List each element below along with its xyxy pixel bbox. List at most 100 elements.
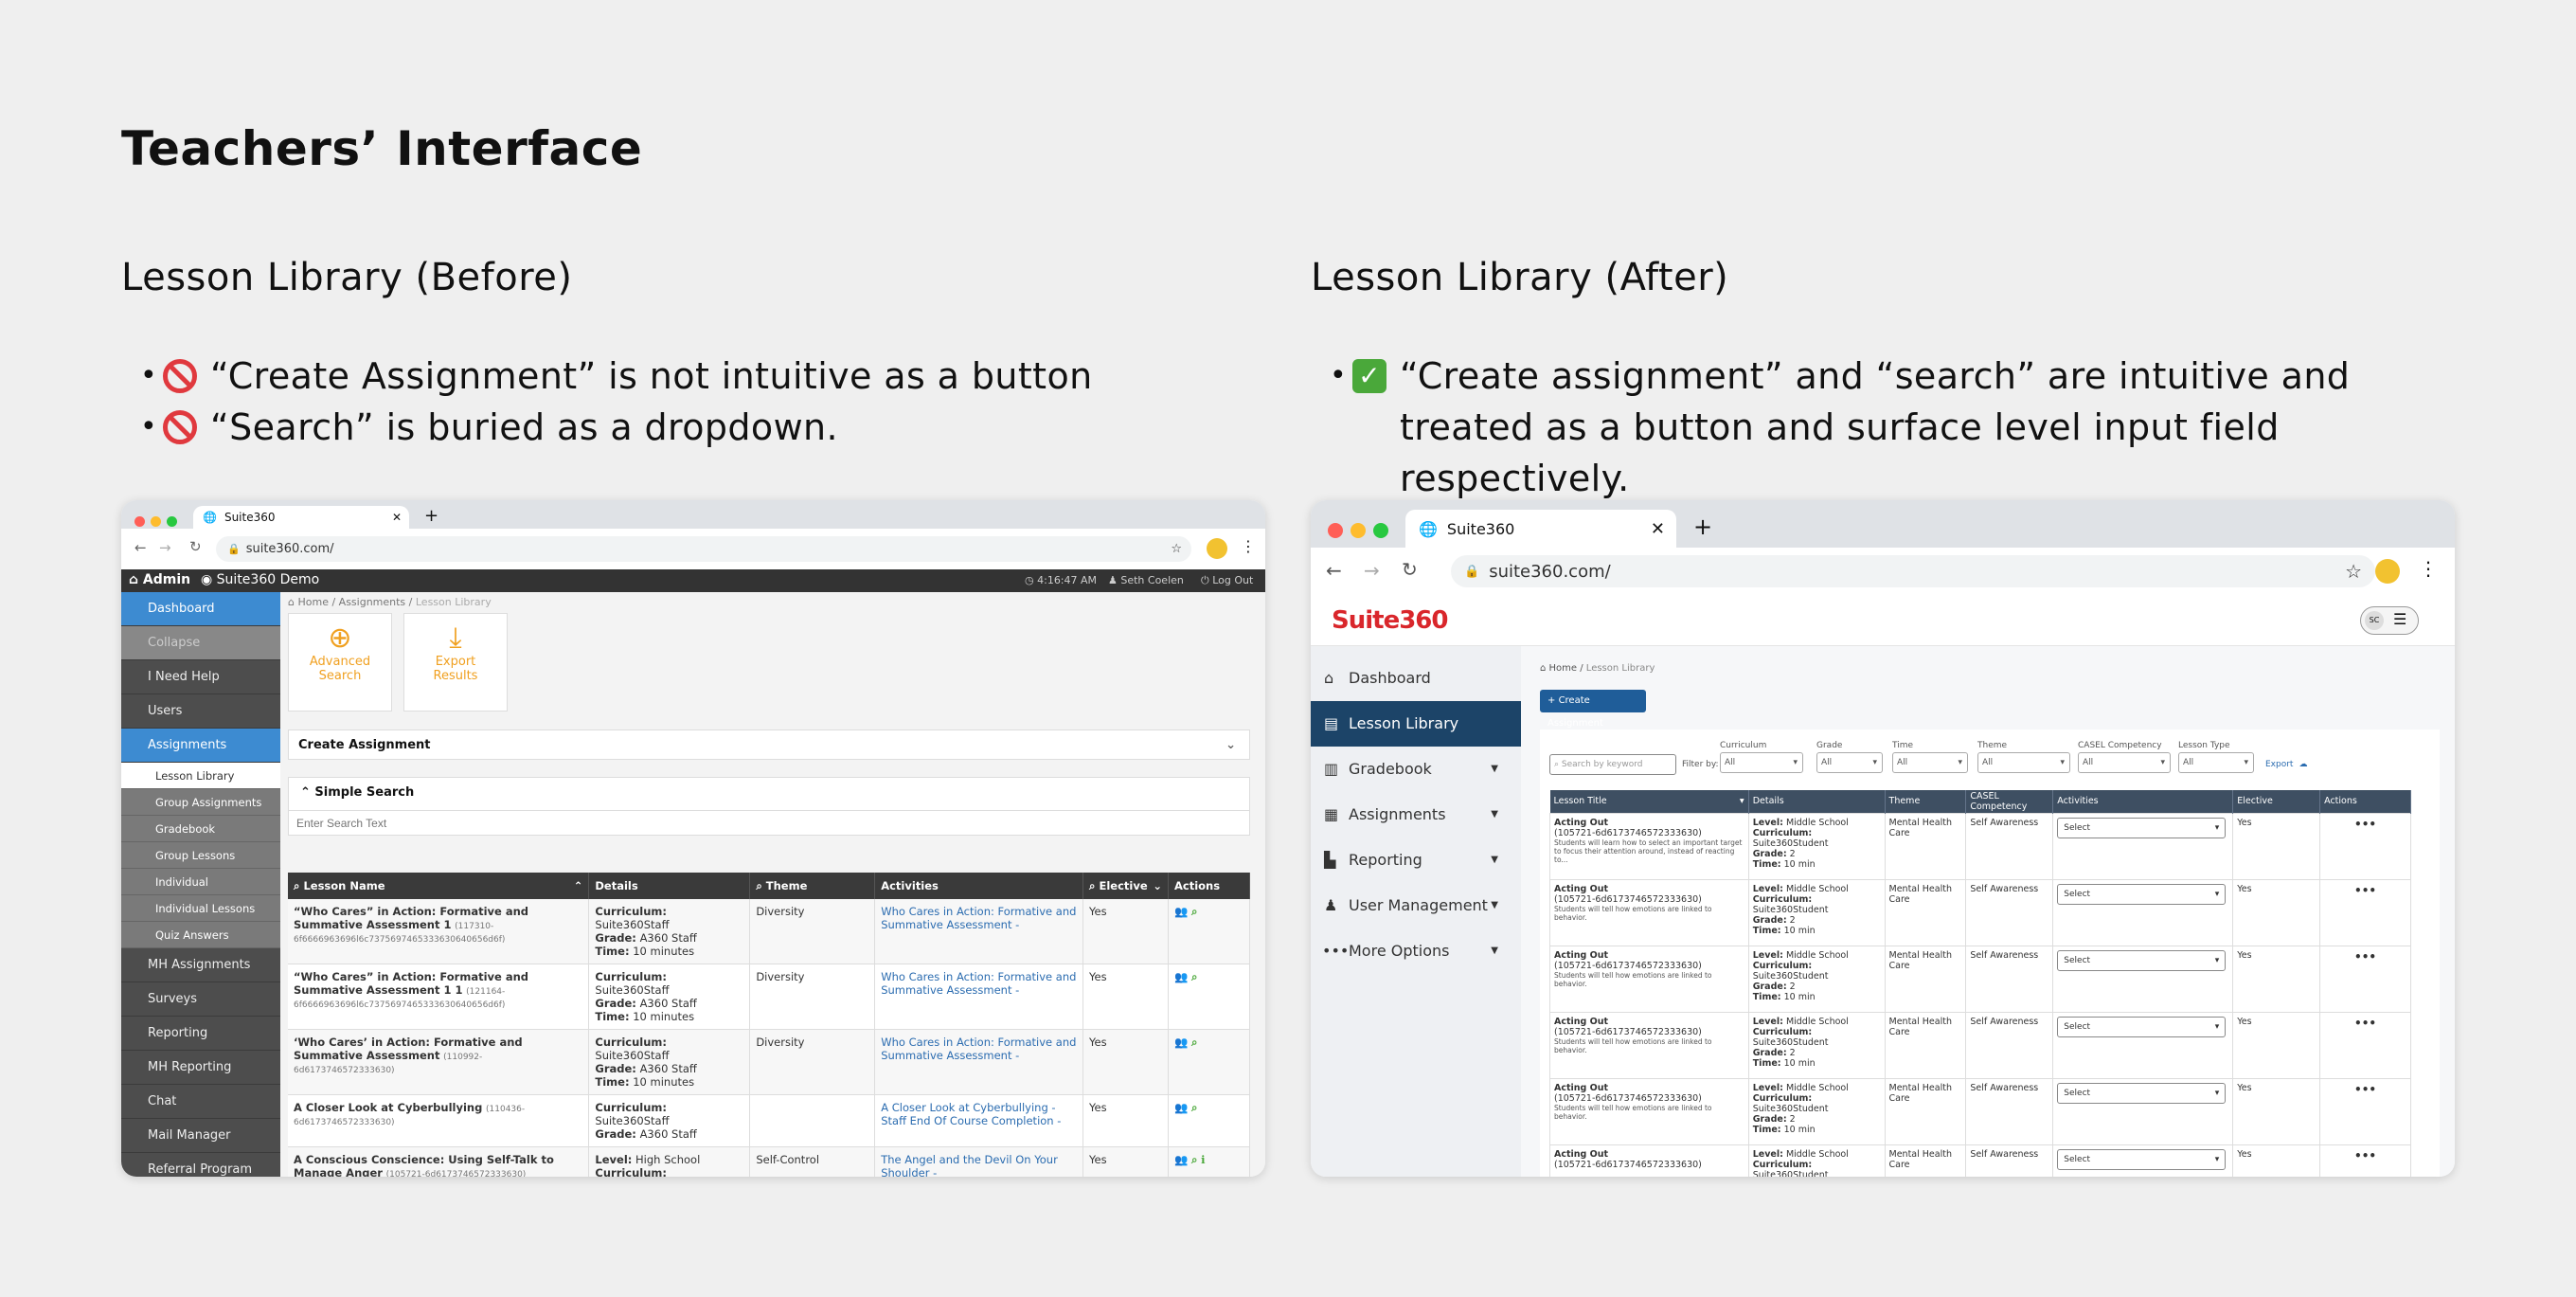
- advanced-search-tile[interactable]: ⊕ Advanced Search: [288, 613, 392, 712]
- search-icon[interactable]: ⌕: [1191, 970, 1197, 983]
- col-lesson-name[interactable]: ⌕ Lesson Name ⌃: [288, 873, 590, 899]
- sidebar-item-dashboard[interactable]: ⌂ Dashboard: [1311, 656, 1521, 701]
- back-arrow-icon[interactable]: ←: [1326, 559, 1342, 582]
- lesson-name-cell[interactable]: “Who Cares” in Action: Formative and Sum…: [288, 899, 590, 964]
- minimize-window-dot[interactable]: [151, 516, 161, 527]
- group-assign-icon[interactable]: 👥: [1174, 1153, 1188, 1166]
- filter-curriculum[interactable]: Curriculum All: [1720, 741, 1803, 773]
- submenu-lesson-library[interactable]: Lesson Library: [121, 763, 280, 789]
- reload-icon[interactable]: ↻: [1402, 558, 1418, 581]
- lesson-name-cell[interactable]: ‘Who Cares’ in Action: Formative and Sum…: [288, 1029, 590, 1095]
- lesson-title-cell[interactable]: Acting Out (105721-6d6173746572333630) Stu…: [1549, 945, 1749, 1013]
- avatar[interactable]: [2375, 559, 2400, 584]
- create-assignment-dropdown[interactable]: Create Assignment ⌄: [288, 730, 1250, 760]
- sidebar-item-collapse[interactable]: Collapse: [121, 626, 280, 660]
- submenu-gradebook[interactable]: Gradebook: [121, 816, 280, 842]
- sidebar-item-need-help[interactable]: I Need Help: [121, 660, 280, 694]
- info-icon[interactable]: ℹ: [1201, 1153, 1205, 1166]
- search-icon[interactable]: ⌕: [1191, 1153, 1197, 1166]
- search-icon[interactable]: ⌕: [1191, 1036, 1197, 1049]
- bookmark-star-icon[interactable]: ☆: [1171, 542, 1182, 556]
- col-elective[interactable]: ⌕ Elective ⌄: [1082, 873, 1169, 899]
- sidebar-item-assignments[interactable]: Assignments: [121, 729, 280, 763]
- col-lesson-title[interactable]: Lesson Title ▾: [1549, 790, 1749, 813]
- close-window-dot[interactable]: [134, 516, 145, 527]
- more-actions-icon[interactable]: •••: [2354, 1083, 2376, 1096]
- back-arrow-icon[interactable]: ←: [134, 539, 147, 556]
- sidebar-item-chat[interactable]: Chat: [121, 1085, 280, 1119]
- sidebar-item-assignments[interactable]: ▦ Assignments ▼: [1311, 792, 1521, 838]
- suite360-logo[interactable]: Suite360: [1332, 606, 1448, 635]
- more-actions-icon[interactable]: •••: [2354, 1149, 2376, 1162]
- more-actions-icon[interactable]: •••: [2354, 818, 2376, 831]
- activity-select[interactable]: Select: [2057, 883, 2227, 905]
- lesson-title-cell[interactable]: Acting Out (105721-6d6173746572333630): [1549, 1144, 1749, 1177]
- submenu-group-assignments[interactable]: Group Assignments: [121, 789, 280, 816]
- group-assign-icon[interactable]: 👥: [1174, 1101, 1188, 1114]
- close-window-dot[interactable]: [1328, 523, 1343, 538]
- activities-cell[interactable]: Who Cares in Action: Formative and Summa…: [874, 964, 1084, 1030]
- sidebar-item-surveys[interactable]: Surveys: [121, 982, 280, 1017]
- close-tab-icon[interactable]: ✕: [392, 511, 402, 524]
- sidebar-item-lesson-library[interactable]: ▤ Lesson Library: [1311, 701, 1521, 747]
- col-theme[interactable]: ⌕ Theme: [749, 873, 876, 899]
- more-actions-icon[interactable]: •••: [2354, 1017, 2376, 1030]
- profile-menu-toggle[interactable]: SC ☰: [2360, 606, 2419, 635]
- sidebar-item-user-management[interactable]: ♟ User Management ▼: [1311, 883, 1521, 928]
- kebab-menu-icon[interactable]: ⋮: [1241, 537, 1256, 555]
- more-actions-icon[interactable]: •••: [2354, 884, 2376, 897]
- activities-cell[interactable]: Who Cares in Action: Formative and Summa…: [874, 1029, 1084, 1095]
- kebab-menu-icon[interactable]: ⋮: [2419, 557, 2438, 580]
- lesson-name-cell[interactable]: A Closer Look at Cyberbullying (110436-6…: [288, 1094, 590, 1147]
- reload-icon[interactable]: ↻: [189, 538, 202, 555]
- lesson-title-cell[interactable]: Acting Out (105721-6d6173746572333630) Stu…: [1549, 878, 1749, 946]
- activity-select[interactable]: Select: [2057, 1148, 2227, 1170]
- sidebar-item-users[interactable]: Users: [121, 694, 280, 729]
- activity-select[interactable]: Select: [2057, 1016, 2227, 1037]
- sidebar-item-mh-assignments[interactable]: MH Assignments: [121, 948, 280, 982]
- filter-time[interactable]: Time All: [1892, 741, 1968, 773]
- address-bar[interactable]: 🔒 suite360.com/ ☆: [1451, 555, 2375, 587]
- export-button[interactable]: Export ☁: [2265, 760, 2307, 769]
- more-actions-icon[interactable]: •••: [2354, 950, 2376, 964]
- filter-grade[interactable]: Grade All: [1816, 741, 1883, 773]
- search-icon[interactable]: ⌕: [1191, 905, 1197, 918]
- export-results-tile[interactable]: ⤓ Export Results: [403, 613, 508, 712]
- lesson-name-cell[interactable]: “Who Cares” in Action: Formative and Sum…: [288, 964, 590, 1030]
- lesson-name-cell[interactable]: A Conscious Conscience: Using Self-Talk …: [288, 1146, 590, 1177]
- search-input[interactable]: [289, 810, 1249, 835]
- sidebar-item-more-options[interactable]: ••• More Options ▼: [1311, 928, 1521, 974]
- sidebar-item-mh-reporting[interactable]: MH Reporting: [121, 1051, 280, 1085]
- close-tab-icon[interactable]: ✕: [1651, 519, 1665, 539]
- sidebar-item-dashboard[interactable]: Dashboard: [121, 592, 280, 626]
- forward-arrow-icon[interactable]: →: [1364, 559, 1380, 582]
- new-tab-icon[interactable]: +: [1693, 513, 1712, 540]
- forward-arrow-icon[interactable]: →: [159, 539, 171, 556]
- sidebar-item-mail-manager[interactable]: Mail Manager: [121, 1119, 280, 1153]
- activities-cell[interactable]: The Angel and the Devil On Your Shoulder…: [874, 1146, 1084, 1177]
- sidebar-item-referral-program[interactable]: Referral Program: [121, 1153, 280, 1177]
- bookmark-star-icon[interactable]: ☆: [2345, 560, 2362, 583]
- minimize-window-dot[interactable]: [1351, 523, 1366, 538]
- maximize-window-dot[interactable]: [167, 516, 177, 527]
- new-tab-icon[interactable]: +: [424, 506, 438, 526]
- group-assign-icon[interactable]: 👥: [1174, 1036, 1188, 1049]
- activity-select[interactable]: Select: [2057, 949, 2227, 971]
- filter-casel-competency[interactable]: CASEL Competency All: [2078, 741, 2171, 773]
- filter-lesson-type[interactable]: Lesson Type All: [2178, 741, 2254, 773]
- search-icon[interactable]: ⌕: [1191, 1101, 1197, 1114]
- submenu-group-lessons[interactable]: Group Lessons: [121, 842, 280, 869]
- activities-cell[interactable]: Who Cares in Action: Formative and Summa…: [874, 899, 1084, 964]
- sidebar-item-gradebook[interactable]: ▥ Gradebook ▼: [1311, 747, 1521, 792]
- activity-select[interactable]: Select: [2057, 817, 2227, 838]
- search-input[interactable]: ⌕ Search by keyword: [1549, 754, 1676, 775]
- activity-select[interactable]: Select: [2057, 1082, 2227, 1104]
- browser-tab[interactable]: 🌐 Suite360 ✕: [1405, 510, 1676, 548]
- create-assignment-button[interactable]: + Create Assignment: [1540, 690, 1646, 729]
- activities-cell[interactable]: A Closer Look at Cyberbullying - Staff En…: [874, 1094, 1084, 1147]
- submenu-quiz-answers[interactable]: Quiz Answers: [121, 922, 280, 948]
- submenu-individual-lessons[interactable]: Individual Lessons: [121, 895, 280, 922]
- browser-tab[interactable]: 🌐 Suite360 ✕: [193, 506, 409, 529]
- sidebar-item-reporting[interactable]: ▙ Reporting ▼: [1311, 838, 1521, 883]
- sidebar-item-reporting[interactable]: Reporting: [121, 1017, 280, 1051]
